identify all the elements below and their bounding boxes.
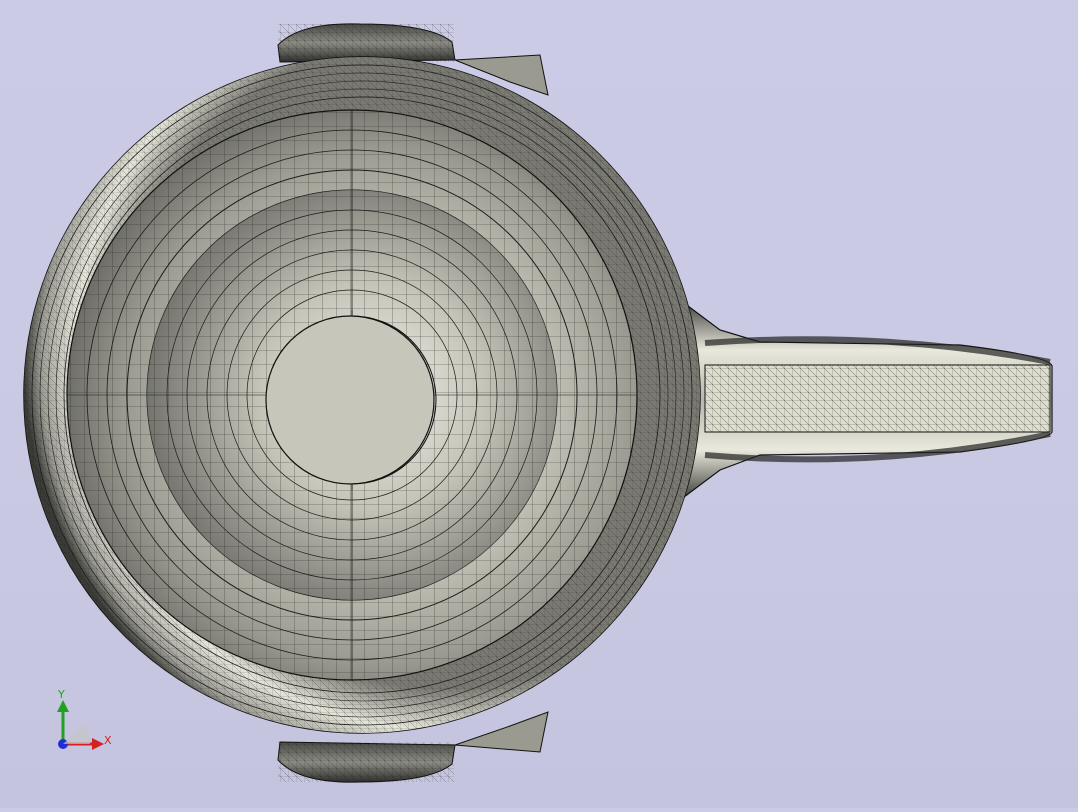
x-axis-label: X: [104, 734, 112, 747]
handle-arm: [679, 298, 1053, 502]
mesh-model-view[interactable]: Y X: [0, 0, 1078, 808]
y-axis-label: Y: [57, 688, 65, 701]
coordinate-triad: Y X: [57, 688, 112, 750]
cad-viewport[interactable]: Y X: [0, 0, 1078, 808]
